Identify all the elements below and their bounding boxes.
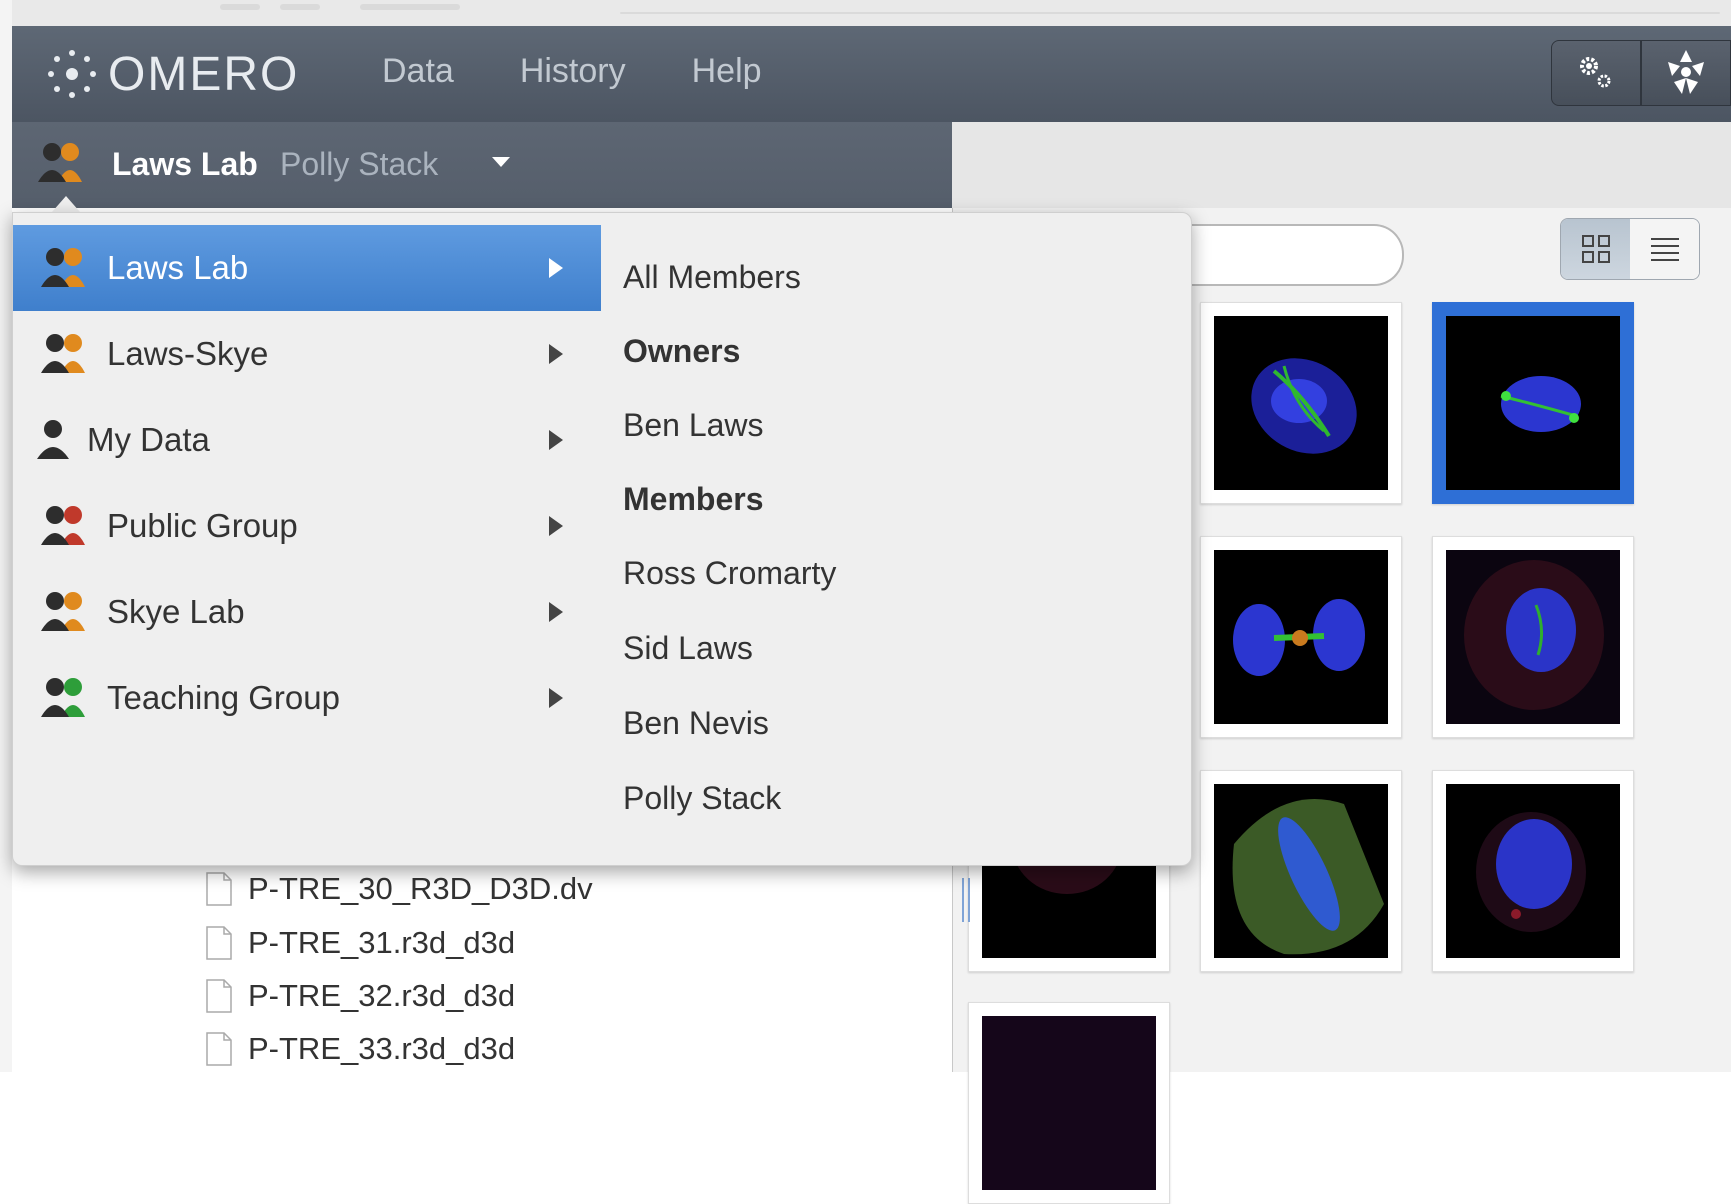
app-header: OMERO Data History Help bbox=[12, 26, 1731, 123]
main-nav: Data History Help bbox=[382, 52, 828, 91]
tree-file-row[interactable]: P-TRE_32.r3d_d3d bbox=[206, 973, 515, 1019]
filter-input[interactable] bbox=[1180, 224, 1404, 286]
group-icon bbox=[38, 143, 82, 182]
caret-down-icon[interactable] bbox=[492, 157, 510, 167]
chevron-right-icon bbox=[549, 602, 563, 622]
thumbnail-image bbox=[1446, 784, 1620, 958]
file-icon bbox=[206, 926, 232, 960]
group-orange-icon bbox=[41, 248, 85, 287]
owners-heading: Owners bbox=[623, 333, 741, 369]
omero-logo-icon bbox=[48, 50, 96, 98]
window-edge bbox=[0, 0, 12, 1072]
member-item[interactable]: Sid Laws bbox=[623, 630, 753, 667]
current-user-name: Polly Stack bbox=[280, 146, 439, 182]
chevron-right-icon bbox=[549, 258, 563, 278]
groups-list: Laws Lab Laws-Skye My Data Public Group bbox=[13, 225, 601, 741]
group-item-laws-skye[interactable]: Laws-Skye bbox=[13, 311, 601, 397]
group-label: Public Group bbox=[107, 507, 298, 544]
tree-file-row[interactable]: P-TRE_33.r3d_d3d bbox=[206, 1026, 515, 1072]
ghost-tab bbox=[360, 4, 460, 10]
group-selector-bar[interactable]: Laws Lab Polly Stack bbox=[12, 122, 952, 208]
view-toggle bbox=[1560, 218, 1700, 280]
image-thumbnail[interactable] bbox=[1200, 536, 1402, 738]
ghost-line bbox=[620, 12, 1720, 14]
dropdown-pointer bbox=[52, 196, 80, 212]
group-item-skye-lab[interactable]: Skye Lab bbox=[13, 569, 601, 655]
group-item-public-group[interactable]: Public Group bbox=[13, 483, 601, 569]
image-thumbnail[interactable] bbox=[1432, 536, 1634, 738]
current-group-name: Laws Lab bbox=[112, 146, 258, 182]
group-orange-icon bbox=[41, 592, 85, 631]
members-heading: Members bbox=[623, 481, 764, 517]
group-label: Laws-Skye bbox=[107, 335, 269, 372]
group-label: My Data bbox=[87, 421, 210, 458]
group-dropdown-menu: Laws Lab Laws-Skye My Data Public Group bbox=[12, 212, 1192, 866]
member-all-members[interactable]: All Members bbox=[623, 259, 801, 296]
image-thumbnail[interactable] bbox=[1200, 770, 1402, 972]
group-label: Laws Lab bbox=[107, 249, 249, 286]
file-name: P-TRE_33.r3d_d3d bbox=[248, 1031, 516, 1066]
list-icon bbox=[1650, 238, 1679, 261]
thumbnail-image bbox=[1446, 550, 1620, 724]
omero-logo[interactable]: OMERO bbox=[44, 44, 299, 104]
settings-button[interactable] bbox=[1551, 40, 1641, 106]
resize-handle[interactable] bbox=[962, 878, 970, 922]
member-item[interactable]: Ross Cromarty bbox=[623, 555, 836, 592]
file-name: P-TRE_31.r3d_d3d bbox=[248, 925, 516, 960]
group-red-icon bbox=[41, 506, 85, 545]
grid-icon bbox=[1581, 235, 1610, 263]
nav-data[interactable]: Data bbox=[382, 52, 454, 91]
list-view-button[interactable] bbox=[1630, 219, 1699, 279]
image-thumbnail[interactable] bbox=[968, 1002, 1170, 1204]
nav-help[interactable]: Help bbox=[692, 52, 762, 91]
ghost-tab bbox=[220, 4, 260, 10]
browser-top-strip bbox=[0, 0, 1731, 27]
chevron-right-icon bbox=[549, 516, 563, 536]
group-item-teaching-group[interactable]: Teaching Group bbox=[13, 655, 601, 741]
chevron-right-icon bbox=[549, 430, 563, 450]
settings-icon bbox=[1580, 57, 1611, 88]
member-item[interactable]: Ben Laws bbox=[623, 407, 764, 444]
thumbnail-image bbox=[1214, 550, 1388, 724]
file-name: P-TRE_32.r3d_d3d bbox=[248, 978, 516, 1013]
member-item[interactable]: Polly Stack bbox=[623, 780, 781, 817]
group-label: Skye Lab bbox=[107, 593, 245, 630]
user-icon bbox=[37, 420, 69, 459]
image-thumbnail-selected[interactable] bbox=[1432, 302, 1634, 504]
thumbnail-image bbox=[1446, 316, 1620, 490]
group-label: Teaching Group bbox=[107, 679, 340, 716]
logo-text: OMERO bbox=[108, 47, 300, 101]
thumbnail-image bbox=[1214, 316, 1388, 490]
image-thumbnail[interactable] bbox=[1432, 770, 1634, 972]
tree-file-row[interactable]: P-TRE_30_R3D_D3D.dv bbox=[206, 866, 593, 912]
image-thumbnail[interactable] bbox=[1200, 302, 1402, 504]
apps-icon bbox=[1668, 50, 1704, 94]
file-icon bbox=[206, 1032, 232, 1066]
right-toolbar bbox=[952, 122, 1731, 209]
thumbnail-image bbox=[982, 1016, 1156, 1190]
group-orange-icon bbox=[41, 334, 85, 373]
thumbnail-image bbox=[1214, 784, 1388, 958]
file-name: P-TRE_30_R3D_D3D.dv bbox=[248, 871, 593, 906]
apps-button[interactable] bbox=[1641, 40, 1731, 106]
ghost-tab bbox=[280, 4, 320, 10]
header-buttons bbox=[1551, 40, 1731, 106]
member-item[interactable]: Ben Nevis bbox=[623, 705, 769, 742]
group-green-icon bbox=[41, 678, 85, 717]
file-icon bbox=[206, 979, 232, 1013]
grid-view-button[interactable] bbox=[1561, 219, 1630, 279]
group-item-laws-lab[interactable]: Laws Lab bbox=[13, 225, 601, 311]
chevron-right-icon bbox=[549, 688, 563, 708]
file-icon bbox=[206, 872, 232, 906]
group-item-my-data[interactable]: My Data bbox=[13, 397, 601, 483]
nav-history[interactable]: History bbox=[520, 52, 626, 91]
tree-file-row[interactable]: P-TRE_31.r3d_d3d bbox=[206, 920, 515, 966]
chevron-right-icon bbox=[549, 344, 563, 364]
